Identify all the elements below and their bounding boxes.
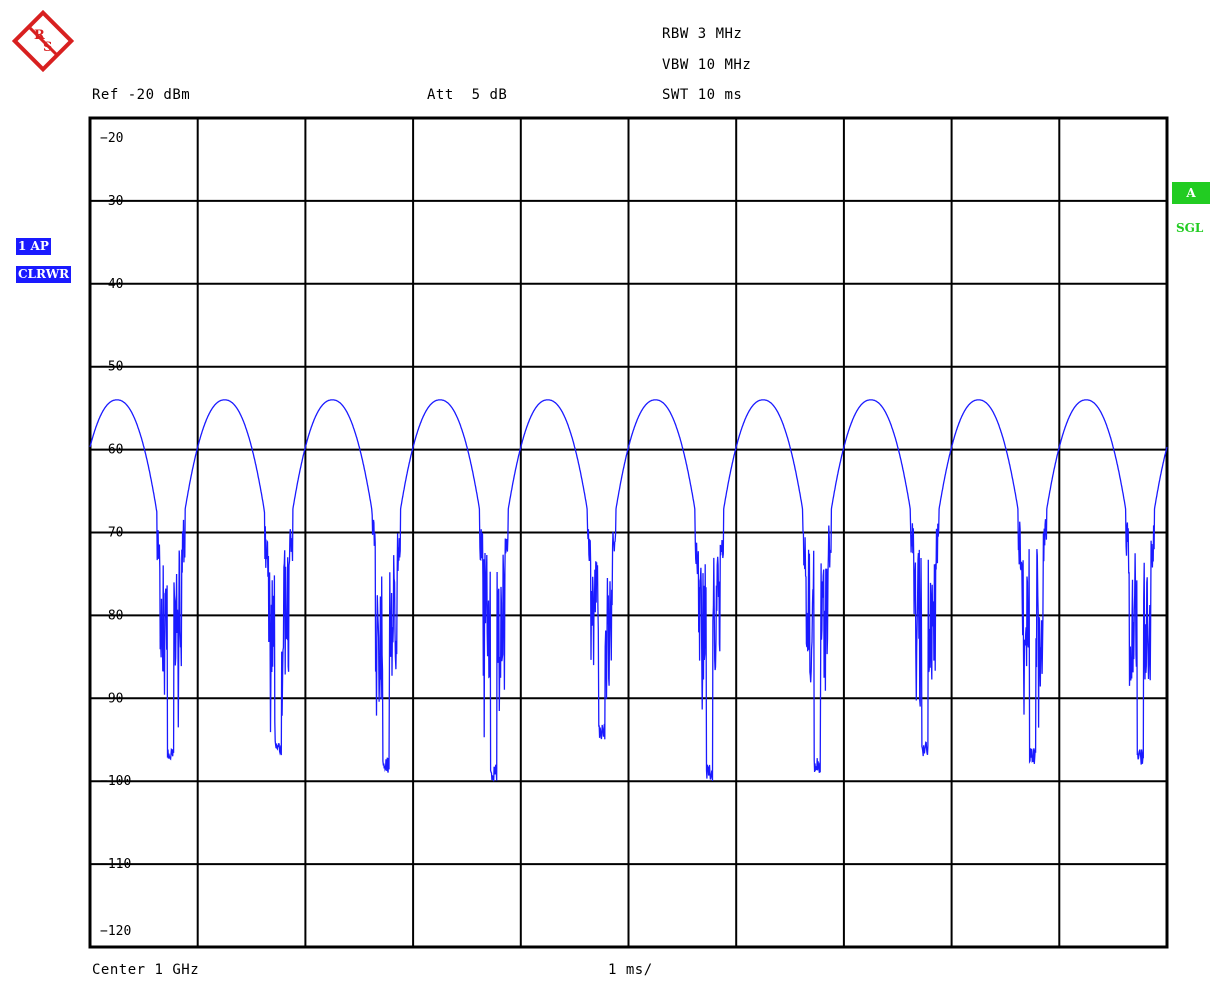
y-tick-labels: −20 −30 −40 −50 −60 −70 −80 −90 −100 −110 −120 [100,131,131,939]
y-tick-label: −90 [100,691,123,706]
y-tick-label: −100 [100,774,131,789]
center-frequency-readout: Center 1 GHz [92,962,200,978]
y-tick-label: −110 [100,857,131,872]
y-tick-label: −40 [100,277,123,292]
y-tick-label: −60 [100,443,123,458]
y-tick-label: −30 [100,194,123,209]
time-per-division-readout: 1 ms/ [608,962,653,978]
y-tick-label: −20 [100,131,123,146]
y-tick-label: −80 [100,608,123,623]
y-tick-label: −120 [100,924,131,939]
y-tick-label: −70 [100,526,123,541]
spectrum-plot: −20 −30 −40 −50 −60 −70 −80 −90 −100 −110 −120 [88,116,1169,949]
y-tick-label: −50 [100,360,123,375]
plot-grid [88,116,1169,949]
